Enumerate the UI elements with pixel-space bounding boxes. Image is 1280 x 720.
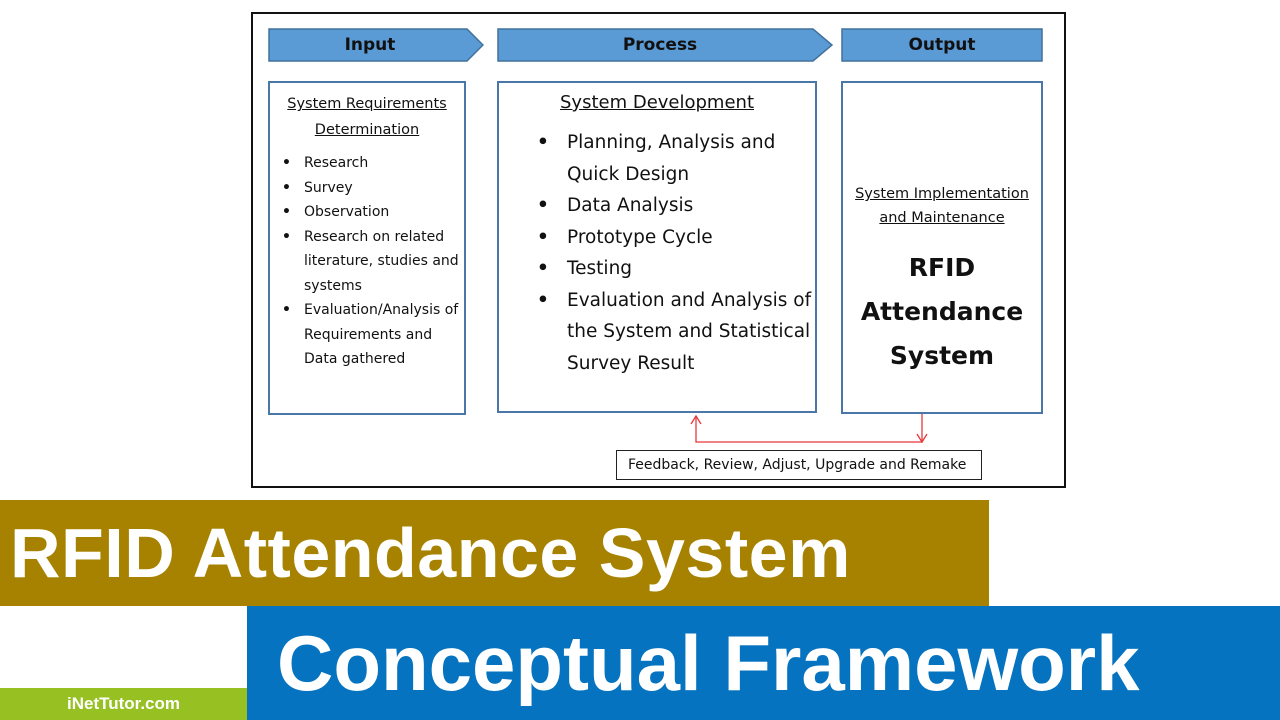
title-banner: RFID Attendance System xyxy=(0,500,989,606)
subtitle-banner: Conceptual Framework xyxy=(247,606,1280,720)
brand-label: iNetTutor.com xyxy=(66,694,181,713)
input-title: System Requirements Determination xyxy=(287,96,447,138)
stage-label: Output xyxy=(908,35,976,55)
output-title: System Implementation and Maintenance xyxy=(855,186,1029,226)
list-item: Research on related literature, studies … xyxy=(282,225,464,299)
banner-subtitle: Conceptual Framework xyxy=(277,618,1140,707)
stage-output: Output xyxy=(841,28,1043,62)
feedback-label: Feedback, Review, Adjust, Upgrade and Re… xyxy=(628,457,967,473)
list-item: Observation xyxy=(282,200,464,225)
list-item: Survey xyxy=(282,176,464,201)
feedback-box: Feedback, Review, Adjust, Upgrade and Re… xyxy=(616,450,982,480)
list-item: Testing xyxy=(537,253,815,285)
input-list: Research Survey Observation Research on … xyxy=(270,151,464,372)
output-system-name: RFID Attendance System xyxy=(860,253,1024,370)
process-box: System Development Planning, Analysis an… xyxy=(497,81,817,413)
process-list: Planning, Analysis and Quick Design Data… xyxy=(499,127,815,379)
input-box: System Requirements Determination Resear… xyxy=(268,81,466,415)
process-title: System Development xyxy=(559,92,755,113)
stage-process: Process xyxy=(497,28,833,62)
brand-badge: iNetTutor.com xyxy=(0,688,247,720)
list-item: Planning, Analysis and Quick Design xyxy=(537,127,815,190)
list-item: Data Analysis xyxy=(537,190,815,222)
banner-title: RFID Attendance System xyxy=(10,514,851,592)
list-item: Evaluation and Analysis of the System an… xyxy=(537,285,815,380)
list-item: Research xyxy=(282,151,464,176)
list-item: Evaluation/Analysis of Requirements and … xyxy=(282,298,464,372)
stage-input: Input xyxy=(268,28,484,62)
output-box: System Implementation and Maintenance RF… xyxy=(841,81,1043,414)
feedback-loop-arrow-icon xyxy=(690,414,928,444)
stage-label: Input xyxy=(344,35,396,55)
list-item: Prototype Cycle xyxy=(537,222,815,254)
stage-label: Process xyxy=(622,35,698,55)
